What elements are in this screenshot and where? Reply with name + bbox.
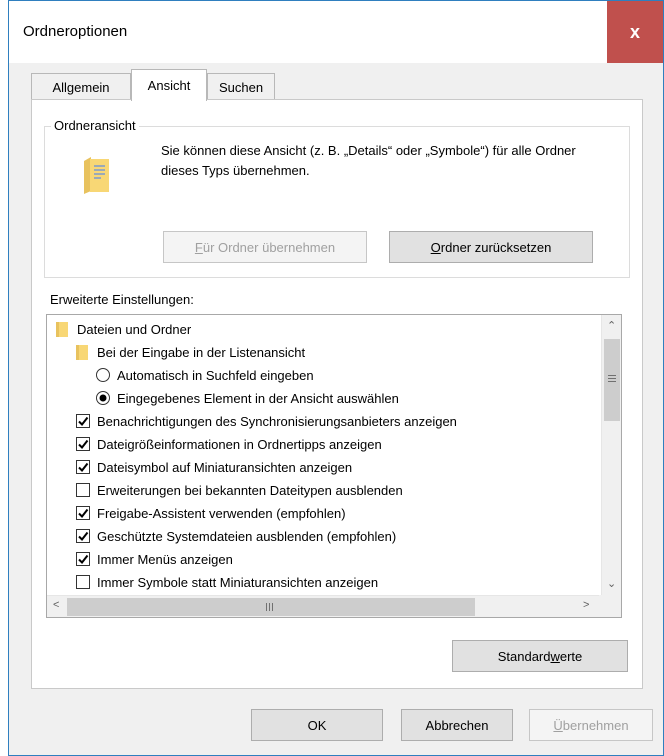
radio-checked-icon[interactable] (95, 390, 117, 406)
radio-unchecked-icon[interactable] (95, 367, 117, 383)
tree-checkbox-option[interactable]: Erweiterungen bei bekannten Dateitypen a… (75, 479, 403, 501)
checkbox-checked-icon[interactable] (75, 436, 97, 452)
mnemonic: F (194, 239, 203, 255)
folder-view-group: Ordneransicht Sie können diese Ansicht (… (44, 118, 630, 278)
scroll-left-icon[interactable]: < (53, 599, 59, 611)
advanced-settings-list[interactable]: Dateien und Ordner Bei der Eingabe in der… (46, 314, 622, 618)
tree-folder-item: Bei der Eingabe in der Listenansicht (75, 341, 305, 363)
ok-button[interactable]: OK (251, 709, 383, 741)
tab-ansicht[interactable]: Ansicht (131, 69, 207, 101)
tree-folder-item: Dateien und Ordner (55, 318, 191, 340)
button-label: Standard (497, 648, 551, 664)
checkbox-checked-icon[interactable] (75, 551, 97, 567)
folder-icon (75, 344, 97, 360)
tree-item-label: Immer Symbole statt Miniaturansichten an… (97, 574, 379, 590)
tree-item-label: Benachrichtigungen des Synchronisierungs… (97, 413, 457, 429)
tree-item-label: Freigabe-Assistent verwenden (empfohlen) (97, 505, 346, 521)
tree-item-label: Dateisymbol auf Miniaturansichten anzeig… (97, 459, 353, 475)
folder-view-title: Ordneransicht (51, 118, 139, 133)
title-bar[interactable]: Ordneroptionen x (9, 1, 663, 63)
close-button[interactable]: x (607, 1, 663, 63)
checkbox-unchecked-icon[interactable] (75, 574, 97, 590)
mnemonic: Ü (553, 717, 563, 733)
tree-item-label: Erweiterungen bei bekannten Dateitypen a… (97, 482, 403, 498)
window-title: Ordneroptionen (23, 23, 128, 40)
button-label: bernehmen (562, 717, 629, 733)
tree-checkbox-option[interactable]: Freigabe-Assistent verwenden (empfohlen) (75, 502, 346, 524)
horizontal-scrollbar[interactable]: < > (47, 595, 601, 617)
mnemonic: w (550, 648, 560, 664)
tree-checkbox-option[interactable]: Dateigrößeinformationen in Ordnertipps a… (75, 433, 382, 455)
advanced-settings-label: Erweiterte Einstellungen: (50, 292, 194, 307)
scroll-right-icon[interactable]: > (583, 599, 589, 611)
tree-item-label: Automatisch in Suchfeld eingeben (117, 367, 314, 383)
close-icon: x (629, 21, 640, 42)
scroll-down-icon[interactable]: ⌄ (607, 577, 616, 590)
folder-options-window: Ordneroptionen x Allgemein Ansicht Suche… (8, 0, 664, 756)
checkbox-checked-icon[interactable] (75, 413, 97, 429)
tree-checkbox-option[interactable]: Benachrichtigungen des Synchronisierungs… (75, 410, 457, 432)
tree-item-label: Dateien und Ordner (77, 321, 192, 337)
folder-icon (55, 321, 77, 337)
tab-suchen[interactable]: Suchen (207, 73, 275, 100)
scroll-up-icon[interactable]: ⌃ (607, 319, 616, 332)
button-label: erte (559, 648, 583, 664)
checkbox-unchecked-icon[interactable] (75, 482, 97, 498)
vertical-scroll-thumb[interactable] (604, 339, 620, 421)
tree-item-label: Geschützte Systemdateien ausblenden (emp… (97, 528, 397, 544)
mnemonic: O (430, 239, 441, 255)
vertical-scrollbar[interactable]: ⌃ ⌄ (601, 315, 621, 595)
button-label: ür Ordner übernehmen (202, 239, 336, 255)
button-label: rdner zurücksetzen (440, 239, 552, 255)
tree-checkbox-option[interactable]: Immer Symbole statt Miniaturansichten an… (75, 571, 378, 593)
tree-checkbox-option[interactable]: Immer Menüs anzeigen (75, 548, 233, 570)
apply-to-folders-button[interactable]: Für Ordner übernehmen (163, 231, 367, 263)
tree-radio-option[interactable]: Automatisch in Suchfeld eingeben (95, 364, 314, 386)
tree-checkbox-option[interactable]: Dateisymbol auf Miniaturansichten anzeig… (75, 456, 352, 478)
scrollbar-corner (599, 595, 621, 617)
folder-view-description: Sie können diese Ansicht (z. B. „Details… (161, 143, 576, 178)
checkbox-checked-icon[interactable] (75, 505, 97, 521)
checkbox-checked-icon[interactable] (75, 459, 97, 475)
tree-radio-option[interactable]: Eingegebenes Element in der Ansicht ausw… (95, 387, 399, 409)
tree-item-label: Eingegebenes Element in der Ansicht ausw… (117, 390, 399, 406)
folder-view-icon (84, 157, 109, 194)
grip-icon (266, 603, 273, 611)
tree-checkbox-option[interactable]: Geschützte Systemdateien ausblenden (emp… (75, 525, 396, 547)
tab-panel-ansicht: Ordneransicht Sie können diese Ansicht (… (31, 99, 643, 689)
grip-icon (608, 375, 616, 382)
tab-allgemein[interactable]: Allgemein (31, 73, 131, 100)
restore-defaults-button[interactable]: Standard w erte (452, 640, 628, 672)
horizontal-scroll-thumb[interactable] (67, 598, 475, 616)
checkbox-checked-icon[interactable] (75, 528, 97, 544)
apply-button[interactable]: Übernehmen (529, 709, 653, 741)
reset-folders-button[interactable]: Ordner zurücksetzen (389, 231, 593, 263)
tree-item-label: Bei der Eingabe in der Listenansicht (97, 344, 306, 360)
tree-item-label: Dateigrößeinformationen in Ordnertipps a… (97, 436, 382, 452)
cancel-button[interactable]: Abbrechen (401, 709, 513, 741)
tree-item-label: Immer Menüs anzeigen (97, 551, 233, 567)
